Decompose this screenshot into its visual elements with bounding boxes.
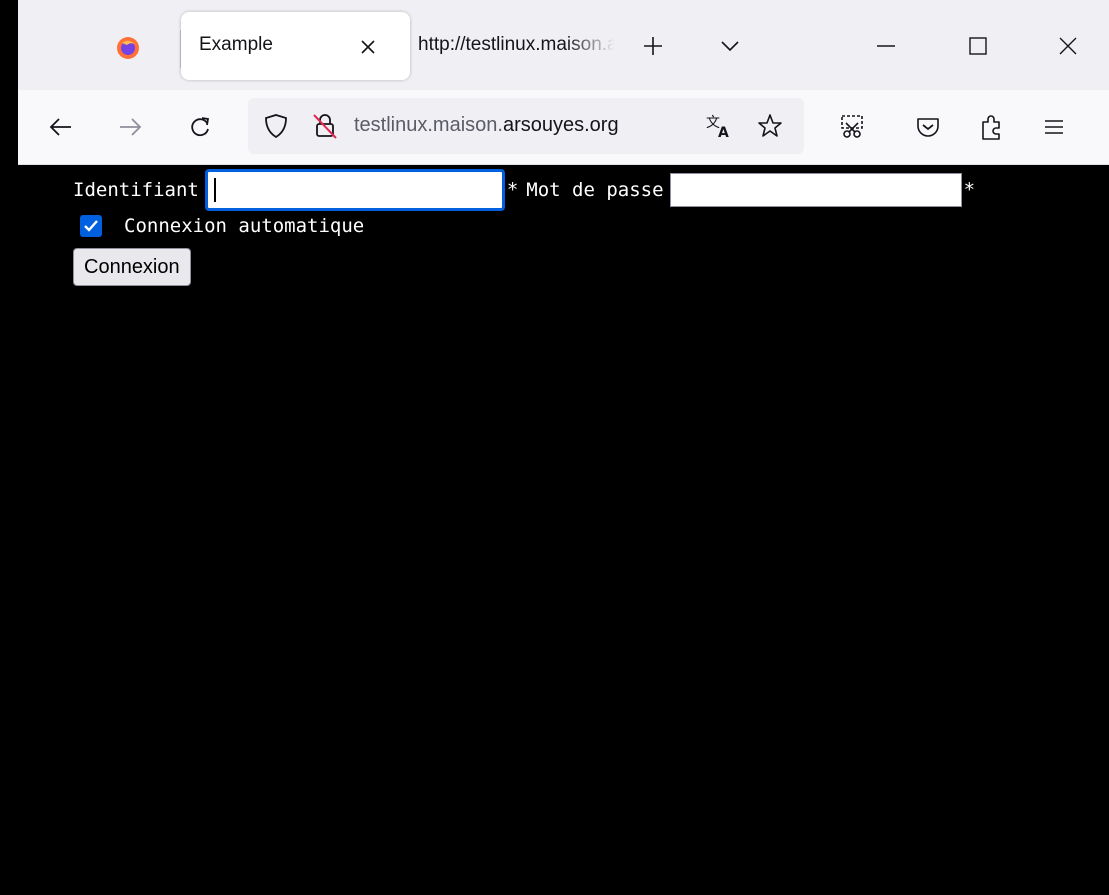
required-mark: * [963, 179, 976, 201]
svg-text:A: A [718, 125, 729, 139]
tab-example[interactable]: Example [181, 12, 410, 80]
login-row: Identifiant * Mot de passe * [73, 169, 983, 211]
minimize-icon[interactable] [866, 26, 906, 66]
remember-checkbox[interactable] [80, 215, 102, 237]
username-input[interactable] [204, 169, 505, 211]
tab-testlinux[interactable]: http://testlinux.maison.arsouyes.org [415, 24, 615, 70]
navigation-toolbar: testlinux.maison.arsouyes.org 文 A [18, 90, 1109, 165]
username-label: Identifiant [73, 179, 199, 201]
close-icon[interactable] [353, 32, 383, 62]
extensions-icon[interactable] [973, 108, 1011, 146]
tab-bar: Example http://testlinux.maison.arsouyes… [18, 0, 1109, 90]
forward-icon[interactable] [111, 108, 149, 146]
star-icon[interactable] [754, 110, 786, 142]
password-input[interactable] [669, 173, 962, 207]
page-content: Identifiant * Mot de passe * Connexion a… [18, 165, 1109, 895]
screenshot-icon[interactable] [833, 108, 871, 146]
checkmark-icon [84, 220, 98, 232]
menu-icon[interactable] [1035, 108, 1073, 146]
close-icon[interactable] [1048, 26, 1088, 66]
reload-icon[interactable] [181, 108, 219, 146]
url-prefix: testlinux.maison. [354, 114, 503, 136]
url-text: testlinux.maison.arsouyes.org [354, 114, 692, 137]
back-icon[interactable] [42, 108, 80, 146]
maximize-icon[interactable] [958, 26, 998, 66]
connexion-button[interactable]: Connexion [73, 248, 191, 286]
submit-row: Connexion [73, 248, 191, 286]
remember-label[interactable]: Connexion automatique [124, 215, 364, 237]
shield-icon[interactable] [262, 112, 290, 140]
pocket-icon[interactable] [909, 108, 947, 146]
browser-window: Example http://testlinux.maison.arsouyes… [18, 0, 1109, 895]
text-caret [213, 178, 216, 202]
translate-icon[interactable]: 文 A [704, 110, 736, 142]
remember-row: Connexion automatique [80, 215, 364, 237]
insecure-lock-icon[interactable] [310, 111, 340, 141]
password-label: Mot de passe [526, 179, 664, 201]
required-mark: * [506, 179, 519, 201]
tab-title: Example [199, 34, 273, 55]
chevron-down-icon[interactable] [715, 31, 745, 61]
firefox-icon[interactable] [116, 36, 140, 60]
plus-icon[interactable] [638, 31, 668, 61]
url-domain: arsouyes.org [502, 114, 619, 136]
url-bar[interactable]: testlinux.maison.arsouyes.org 文 A [248, 98, 804, 154]
